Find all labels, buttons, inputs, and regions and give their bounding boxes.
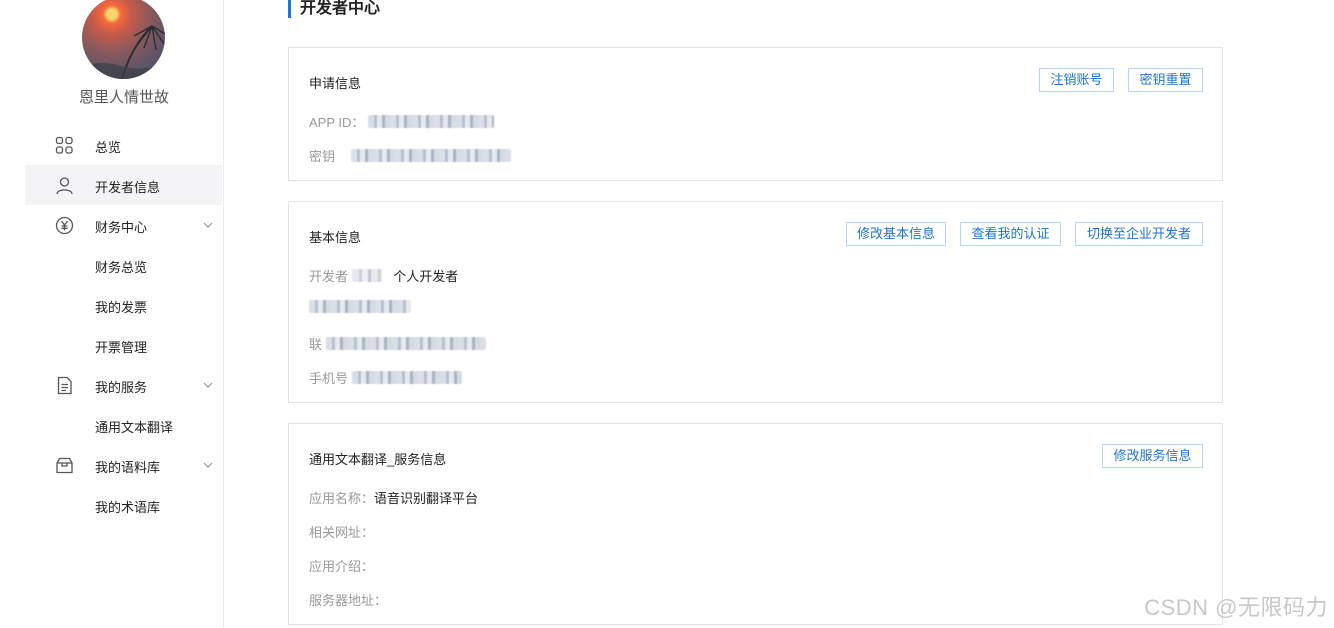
developer-type-value: 个人开发者: [393, 269, 459, 284]
card-title: 申请信息: [309, 76, 362, 91]
user-icon: [56, 177, 73, 195]
document-icon: [57, 376, 72, 395]
chevron-down-icon: [203, 462, 213, 468]
sidebar-item-my-termbase[interactable]: 我的术语库: [25, 485, 222, 525]
phone-row: 手机号: [309, 368, 462, 387]
name-row: [309, 300, 411, 315]
app-name-label: 应用名称：: [309, 491, 375, 506]
phone-label: 手机号: [309, 371, 349, 386]
sidebar-item-developer-info[interactable]: 开发者信息: [25, 165, 222, 205]
key-label: 密钥: [309, 149, 336, 164]
sidebar-item-finance-overview[interactable]: 财务总览: [25, 245, 222, 285]
related-url-row: 相关网址：: [309, 522, 374, 541]
contact-value-redacted: [325, 337, 486, 350]
sidebar-item-my-invoices[interactable]: 我的发票: [25, 285, 222, 325]
grid-icon: [55, 136, 73, 154]
sidebar-item-overview[interactable]: 总览: [25, 125, 222, 165]
switch-to-enterprise-button[interactable]: 切换至企业开发者: [1075, 222, 1203, 246]
contact-label: 联: [309, 337, 323, 352]
sidebar: 恩里人情世故 总览 开发者信息 财务中心 财务总览 我的发票 开票管理 我的服务…: [0, 0, 224, 628]
name-redacted: [309, 300, 411, 313]
reset-key-button[interactable]: 密钥重置: [1128, 68, 1203, 92]
page-title: 开发者中心: [288, 0, 380, 18]
app-name-value: 语音识别翻译平台: [374, 491, 479, 506]
username: 恩里人情世故: [78, 89, 169, 106]
card-title: 基本信息: [309, 230, 362, 245]
server-address-label: 服务器地址：: [309, 593, 388, 608]
sidebar-item-my-corpus[interactable]: 我的语料库: [25, 445, 222, 485]
cancel-account-button[interactable]: 注销账号: [1039, 68, 1114, 92]
key-value-redacted: [350, 149, 511, 162]
sidebar-item-general-text-translation[interactable]: 通用文本翻译: [25, 405, 222, 445]
sidebar-item-label: 我的术语库: [95, 500, 161, 515]
palm-silhouette-icon: [82, 25, 165, 79]
chevron-down-icon: [203, 382, 213, 388]
view-my-authentication-button[interactable]: 查看我的认证: [960, 222, 1061, 246]
sidebar-item-label: 财务中心: [95, 220, 148, 235]
edit-basic-info-button[interactable]: 修改基本信息: [846, 222, 946, 246]
app-intro-label: 应用介绍：: [309, 559, 375, 574]
contact-row: 联: [309, 334, 486, 353]
app-id-label: APP ID：: [309, 115, 365, 130]
avatar[interactable]: [82, 0, 165, 79]
key-row: 密钥: [309, 146, 511, 165]
sidebar-menu: 总览 开发者信息 财务中心 财务总览 我的发票 开票管理 我的服务 通用文本翻译…: [25, 125, 222, 525]
sidebar-item-finance-center[interactable]: 财务中心: [25, 205, 222, 245]
app-id-row: APP ID：: [309, 112, 495, 131]
sidebar-item-label: 财务总览: [95, 260, 148, 275]
related-url-label: 相关网址：: [309, 525, 375, 540]
watermark: CSDN @无限码力: [1144, 595, 1328, 620]
sidebar-item-label: 通用文本翻译: [95, 420, 174, 435]
edit-service-info-button[interactable]: 修改服务信息: [1102, 444, 1203, 468]
application-info-card: 申请信息 注销账号 密钥重置 APP ID： 密钥: [288, 47, 1223, 181]
developer-type-label-redacted: [351, 269, 382, 282]
developer-type-label: 开发者: [309, 269, 349, 284]
sidebar-item-label: 开票管理: [95, 340, 148, 355]
sidebar-item-label: 开发者信息: [95, 180, 161, 195]
basic-info-card: 基本信息 修改基本信息 查看我的认证 切换至企业开发者 开发者 个人开发者 联 …: [288, 201, 1223, 403]
phone-value-redacted: [351, 371, 462, 384]
sidebar-item-my-services[interactable]: 我的服务: [25, 365, 222, 405]
developer-type-row: 开发者 个人开发者: [309, 266, 458, 285]
chevron-down-icon: [203, 222, 213, 228]
app-id-value-redacted: [368, 115, 495, 128]
app-intro-row: 应用介绍：: [309, 556, 374, 575]
yen-icon: [55, 216, 74, 235]
sidebar-item-invoice-management[interactable]: 开票管理: [25, 325, 222, 365]
server-address-row: 服务器地址：: [309, 590, 387, 609]
app-name-row: 应用名称：语音识别翻译平台: [309, 488, 478, 507]
box-icon: [56, 457, 73, 474]
sidebar-item-label: 我的语料库: [95, 460, 161, 475]
sidebar-item-label: 总览: [95, 140, 122, 155]
sidebar-item-label: 我的发票: [95, 300, 148, 315]
card-title: 通用文本翻译_服务信息: [309, 452, 447, 467]
service-info-card: 通用文本翻译_服务信息 修改服务信息 应用名称：语音识别翻译平台 相关网址： 应…: [288, 423, 1223, 625]
sidebar-item-label: 我的服务: [95, 380, 148, 395]
